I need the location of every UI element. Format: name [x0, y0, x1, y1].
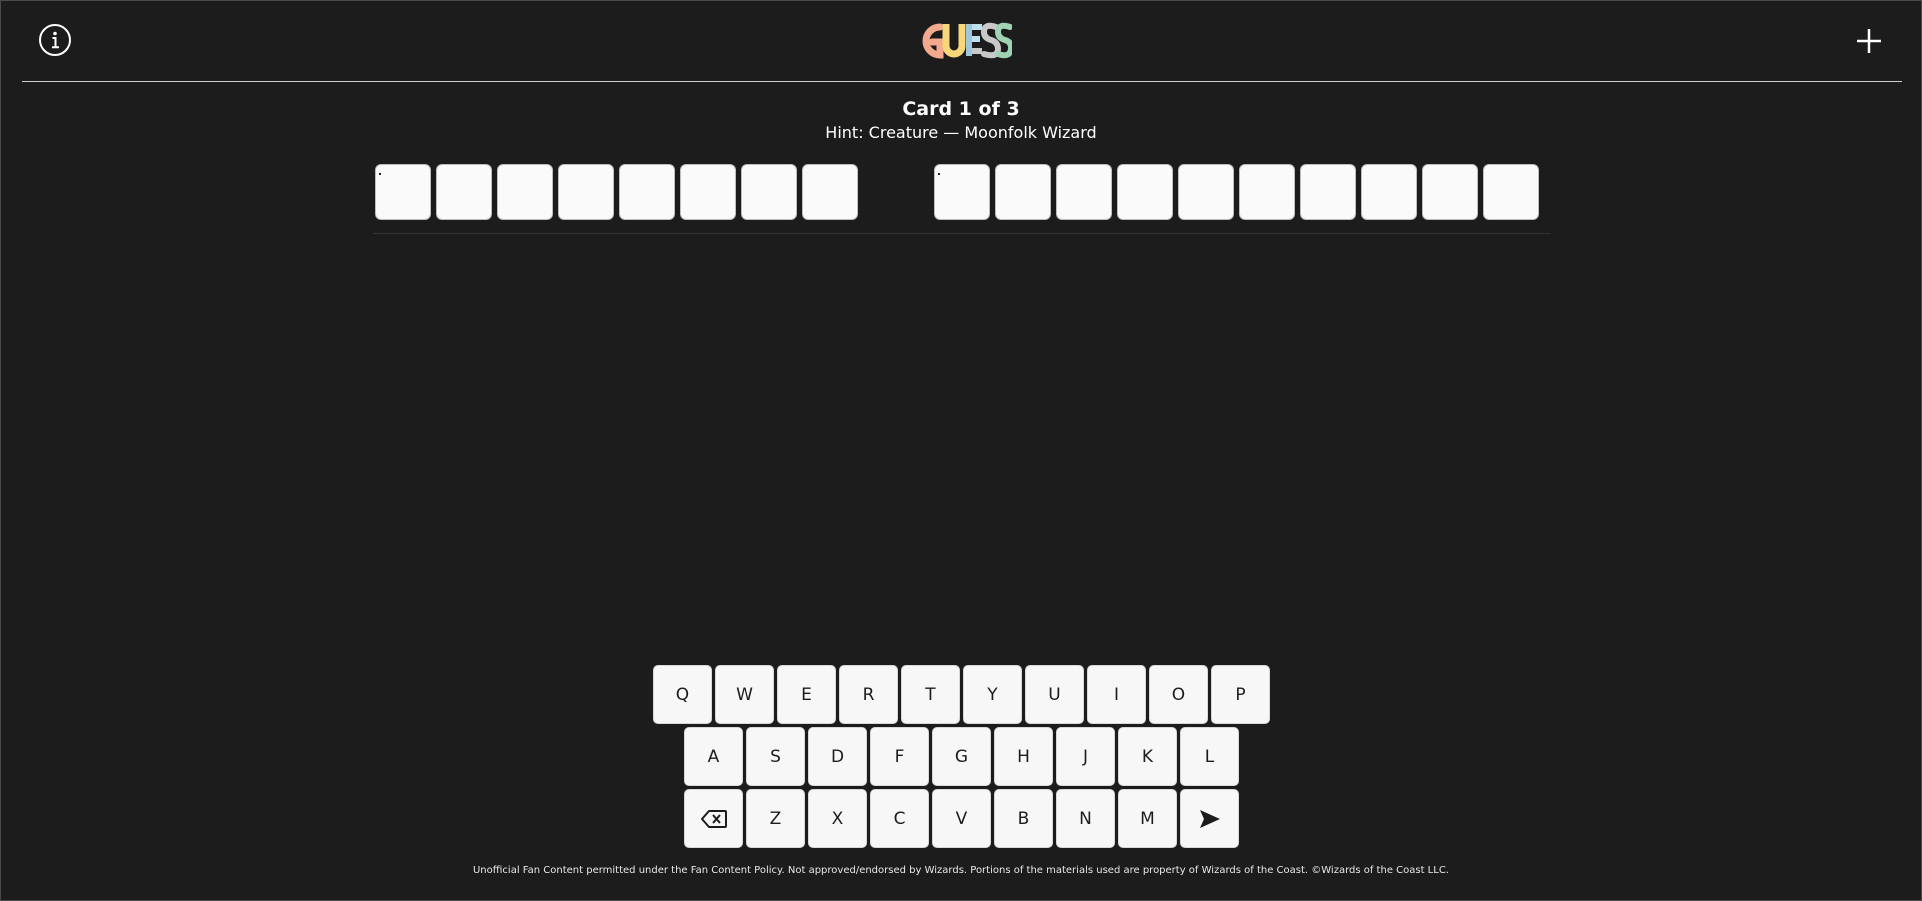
key-b[interactable]: B — [994, 789, 1053, 848]
key-n[interactable]: N — [1056, 789, 1115, 848]
key-e[interactable]: E — [777, 665, 836, 724]
letter-tile[interactable] — [802, 164, 858, 220]
key-k[interactable]: K — [1118, 727, 1177, 786]
key-d[interactable]: D — [808, 727, 867, 786]
letter-tile[interactable] — [1239, 164, 1295, 220]
key-x[interactable]: X — [808, 789, 867, 848]
backspace-icon — [700, 809, 727, 828]
letter-tile[interactable] — [934, 164, 990, 220]
letter-tile[interactable] — [1361, 164, 1417, 220]
letter-tile[interactable] — [619, 164, 675, 220]
letter-tile[interactable] — [1178, 164, 1234, 220]
letter-tile[interactable] — [1422, 164, 1478, 220]
key-r[interactable]: R — [839, 665, 898, 724]
info-button[interactable] — [36, 21, 74, 59]
text-cursor — [938, 173, 940, 175]
key-u[interactable]: U — [1025, 665, 1084, 724]
key-q[interactable]: Q — [653, 665, 712, 724]
card-counter-title: Card 1 of 3 — [902, 98, 1020, 120]
word-1-tiles — [375, 164, 858, 220]
card-hint: Hint: Creature — Moonfolk Wizard — [825, 123, 1097, 142]
key-w[interactable]: W — [715, 665, 774, 724]
letter-tile[interactable] — [497, 164, 553, 220]
key-g[interactable]: G — [932, 727, 991, 786]
header — [22, 0, 1902, 82]
info-circle-icon — [39, 24, 71, 56]
key-t[interactable]: T — [901, 665, 960, 724]
plus-icon — [1857, 29, 1881, 53]
letter-tile[interactable] — [680, 164, 736, 220]
key-a[interactable]: A — [684, 727, 743, 786]
backspace-key[interactable] — [684, 789, 743, 848]
enter-key[interactable] — [1180, 789, 1239, 848]
letter-tile[interactable] — [1483, 164, 1539, 220]
guess-logo — [918, 18, 1015, 64]
key-m[interactable]: M — [1118, 789, 1177, 848]
letter-tile[interactable] — [1056, 164, 1112, 220]
key-s[interactable]: S — [746, 727, 805, 786]
key-v[interactable]: V — [932, 789, 991, 848]
guess-divider — [373, 233, 1551, 234]
new-game-button[interactable] — [1852, 24, 1886, 58]
key-y[interactable]: Y — [963, 665, 1022, 724]
key-z[interactable]: Z — [746, 789, 805, 848]
key-p[interactable]: P — [1211, 665, 1270, 724]
send-arrow-icon — [1199, 809, 1220, 828]
key-c[interactable]: C — [870, 789, 929, 848]
text-cursor — [379, 173, 381, 175]
letter-tile[interactable] — [1300, 164, 1356, 220]
letter-tile[interactable] — [375, 164, 431, 220]
letter-tile[interactable] — [1117, 164, 1173, 220]
letter-tile[interactable] — [558, 164, 614, 220]
footer-disclaimer: Unofficial Fan Content permitted under t… — [472, 865, 1449, 876]
key-h[interactable]: H — [994, 727, 1053, 786]
key-j[interactable]: J — [1056, 727, 1115, 786]
key-l[interactable]: L — [1180, 727, 1239, 786]
letter-tile[interactable] — [995, 164, 1051, 220]
letter-tile[interactable] — [741, 164, 797, 220]
word-2-tiles — [934, 164, 1539, 220]
key-o[interactable]: O — [1149, 665, 1208, 724]
letter-tile[interactable] — [436, 164, 492, 220]
key-f[interactable]: F — [870, 727, 929, 786]
key-i[interactable]: I — [1087, 665, 1146, 724]
